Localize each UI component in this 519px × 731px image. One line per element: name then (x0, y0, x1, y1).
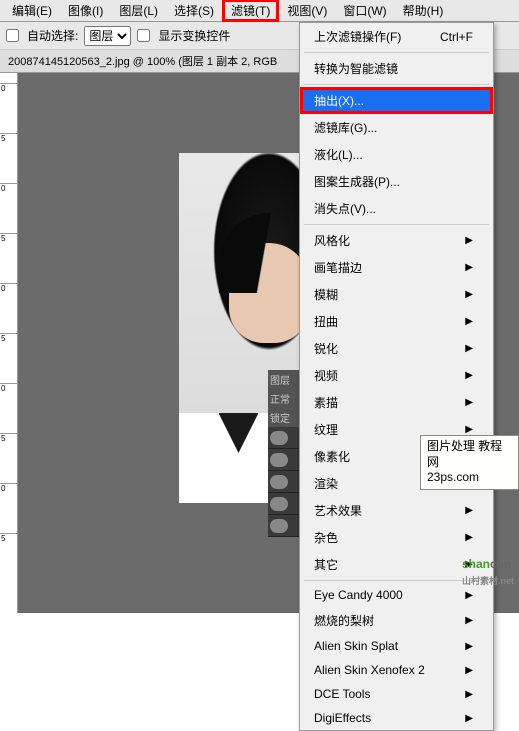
auto-select-dropdown[interactable]: 图层 (84, 26, 131, 46)
chevron-right-icon: ▶ (465, 397, 473, 408)
menu-item-[interactable]: 转换为智能滤镜 (300, 55, 493, 82)
menu-item-AlienSkinSplat[interactable]: Alien Skin Splat▶ (300, 634, 493, 658)
chevron-right-icon: ▶ (465, 641, 473, 652)
menu-item-[interactable]: 燃烧的梨树▶ (300, 607, 493, 634)
chevron-right-icon: ▶ (465, 665, 473, 676)
menu-edit[interactable]: 编辑(E) (4, 0, 60, 21)
layer-row[interactable] (268, 427, 300, 449)
eye-icon[interactable] (270, 475, 288, 489)
chevron-right-icon: ▶ (465, 713, 473, 724)
show-transform-label: 显示变换控件 (158, 27, 230, 44)
menu-filter[interactable]: 滤镜(T) (222, 0, 279, 22)
layers-header: 图层 (268, 370, 300, 389)
chevron-right-icon: ▶ (465, 316, 473, 327)
menu-item-P[interactable]: 图案生成器(P)... (300, 168, 493, 195)
menu-item-[interactable]: 素描▶ (300, 389, 493, 416)
chevron-right-icon: ▶ (465, 615, 473, 626)
menu-item-L[interactable]: 液化(L)... (300, 141, 493, 168)
layers-panel[interactable]: 图层 正常 锁定 (268, 370, 300, 537)
layer-row[interactable] (268, 471, 300, 493)
menu-item-[interactable]: 视频▶ (300, 362, 493, 389)
menu-window[interactable]: 窗口(W) (335, 0, 394, 21)
menu-layer[interactable]: 图层(L) (111, 0, 166, 21)
chevron-right-icon: ▶ (465, 590, 473, 601)
chevron-right-icon: ▶ (465, 424, 473, 435)
menu-item-V[interactable]: 消失点(V)... (300, 195, 493, 222)
menu-item-[interactable]: 模糊▶ (300, 281, 493, 308)
auto-select-label: 自动选择: (27, 27, 78, 44)
menu-item-[interactable]: 艺术效果▶ (300, 497, 493, 524)
menubar: 编辑(E) 图像(I) 图层(L) 选择(S) 滤镜(T) 视图(V) 窗口(W… (0, 0, 519, 22)
chevron-right-icon: ▶ (465, 262, 473, 273)
menu-item-AlienSkinXenofex2[interactable]: Alien Skin Xenofex 2▶ (300, 658, 493, 682)
eye-icon[interactable] (270, 519, 288, 533)
chevron-right-icon: ▶ (465, 235, 473, 246)
menu-item-[interactable]: 杂色▶ (300, 524, 493, 551)
chevron-right-icon: ▶ (465, 289, 473, 300)
ruler-vertical: 0 5 0 5 0 5 0 5 0 5 (0, 73, 18, 613)
layer-row[interactable] (268, 449, 300, 471)
menu-help[interactable]: 帮助(H) (395, 0, 452, 21)
menu-item-X[interactable]: 抽出(X)... (300, 87, 493, 114)
blend-mode[interactable]: 正常 (268, 389, 300, 408)
show-transform-checkbox[interactable] (137, 29, 150, 42)
layer-row[interactable] (268, 493, 300, 515)
eye-icon[interactable] (270, 431, 288, 445)
menu-item-[interactable]: 扭曲▶ (300, 308, 493, 335)
chevron-right-icon: ▶ (465, 532, 473, 543)
chevron-right-icon: ▶ (465, 370, 473, 381)
tooltip: 图片处理 教程网 23ps.com (420, 435, 519, 490)
chevron-right-icon: ▶ (465, 343, 473, 354)
watermark: shancun 山村素材.net (462, 548, 514, 587)
menu-item-[interactable]: 锐化▶ (300, 335, 493, 362)
eye-icon[interactable] (270, 453, 288, 467)
menu-select[interactable]: 选择(S) (166, 0, 222, 21)
layer-row[interactable] (268, 515, 300, 537)
menu-item-F[interactable]: 上次滤镜操作(F)Ctrl+F (300, 23, 493, 50)
lock-label: 锁定 (268, 408, 300, 427)
chevron-right-icon: ▶ (465, 505, 473, 516)
chevron-right-icon: ▶ (465, 689, 473, 700)
menu-item-[interactable]: 风格化▶ (300, 227, 493, 254)
menu-image[interactable]: 图像(I) (60, 0, 111, 21)
eye-icon[interactable] (270, 497, 288, 511)
menu-item-G[interactable]: 滤镜库(G)... (300, 114, 493, 141)
menu-item-DigiEffects[interactable]: DigiEffects▶ (300, 706, 493, 730)
menu-item-DCETools[interactable]: DCE Tools▶ (300, 682, 493, 706)
menu-item-[interactable]: 画笔描边▶ (300, 254, 493, 281)
auto-select-checkbox[interactable] (6, 29, 19, 42)
filter-menu-dropdown: 上次滤镜操作(F)Ctrl+F 转换为智能滤镜抽出(X)...滤镜库(G)...液… (299, 22, 494, 731)
menu-view[interactable]: 视图(V) (279, 0, 335, 21)
